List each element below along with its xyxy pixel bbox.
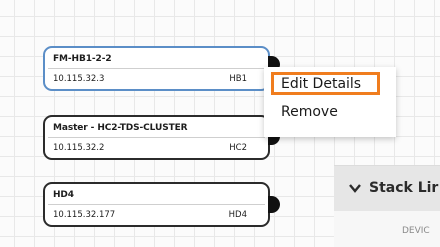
node-divider: [48, 204, 265, 205]
device-node-master-hc2[interactable]: Master - HC2-TDS-CLUSTER 10.115.32.2 HC2: [43, 115, 270, 160]
node-tag: HC2: [229, 143, 247, 153]
node-context-menu: Edit Details Remove: [264, 67, 396, 137]
node-divider: [48, 68, 265, 69]
node-title: Master - HC2-TDS-CLUSTER: [53, 123, 188, 133]
menu-item-edit-details[interactable]: Edit Details: [281, 76, 361, 92]
stack-links-panel: Stack Lir DEVIC: [334, 165, 440, 247]
node-title: FM-HB1-2-2: [53, 54, 112, 64]
node-title: HD4: [53, 190, 74, 200]
device-node-fm-hb1[interactable]: FM-HB1-2-2 10.115.32.3 HB1: [43, 46, 270, 91]
node-connector-port[interactable]: [268, 196, 280, 213]
node-ip: 10.115.32.177: [53, 210, 116, 220]
node-tag: HB1: [229, 74, 247, 84]
stack-panel-title: Stack Lir: [369, 180, 439, 196]
node-ip: 10.115.32.2: [53, 143, 105, 153]
stack-panel-body: DEVIC: [334, 211, 440, 247]
node-ip: 10.115.32.3: [53, 74, 105, 84]
chevron-down-icon[interactable]: [349, 182, 361, 197]
stack-panel-header[interactable]: Stack Lir: [334, 166, 440, 211]
device-node-hd4[interactable]: HD4 10.115.32.177 HD4: [43, 182, 270, 227]
menu-item-remove[interactable]: Remove: [281, 104, 338, 120]
node-divider: [48, 137, 265, 138]
node-tag: HD4: [228, 210, 247, 220]
column-header-device: DEVIC: [402, 226, 430, 236]
